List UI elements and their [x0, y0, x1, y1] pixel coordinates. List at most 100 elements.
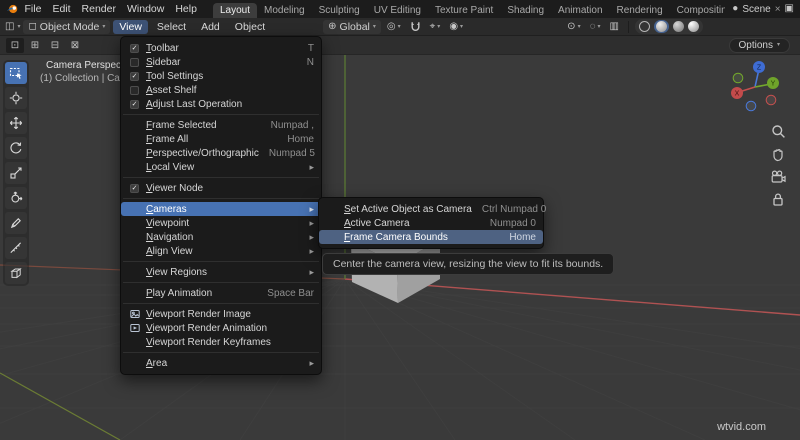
menu-help[interactable]: Help — [170, 2, 202, 16]
menu-item-toolbar[interactable]: ✓ Toolbar T — [121, 41, 321, 55]
select-mode-new-button[interactable]: ⊡ — [6, 37, 24, 53]
menu-item-play-animation[interactable]: Play Animation Space Bar — [121, 286, 321, 300]
menu-select[interactable]: Select — [151, 20, 192, 34]
menu-item-viewer-node[interactable]: ✓ Viewer Node — [121, 181, 321, 195]
menu-item-viewport-render-image[interactable]: Viewport Render Image — [121, 307, 321, 321]
menu-item-tool-settings[interactable]: ✓ Tool Settings — [121, 69, 321, 83]
chevron-down-icon: ▾ — [577, 23, 581, 30]
shading-material-button[interactable] — [673, 21, 684, 32]
menu-item-viewport-render-animation[interactable]: Viewport Render Animation — [121, 321, 321, 335]
tool-scale[interactable] — [5, 162, 27, 184]
submenu-arrow-icon: ▸ — [309, 266, 314, 277]
snap-toggle[interactable] — [407, 20, 424, 34]
blender-logo-icon[interactable] — [6, 2, 19, 16]
menu-item-label: Play Animation — [146, 287, 213, 299]
menu-object[interactable]: Object — [229, 20, 271, 34]
menu-view[interactable]: View — [113, 19, 148, 34]
menu-edit[interactable]: Edit — [47, 2, 75, 16]
navigation-gizmo[interactable]: Z Y X — [726, 58, 784, 119]
checkbox-checked-icon: ✓ — [130, 71, 139, 81]
tab-compositing[interactable]: Compositing — [670, 3, 726, 18]
shading-rendered-button[interactable] — [688, 21, 699, 32]
tool-move[interactable] — [5, 112, 27, 134]
solid-sphere-icon — [656, 21, 667, 32]
tab-uv-editing[interactable]: UV Editing — [367, 3, 428, 18]
view-layer-icon[interactable]: ▣ — [785, 4, 794, 14]
menu-item-frame-camera-bounds[interactable]: Frame Camera Bounds Home — [319, 230, 543, 244]
menu-separator — [123, 352, 319, 353]
menu-item-frame-all[interactable]: Frame All Home — [121, 132, 321, 146]
shading-solid-button[interactable] — [654, 20, 669, 33]
select-mode-intersect-button[interactable]: ⊠ — [66, 38, 84, 53]
show-gizmos-dropdown[interactable]: ⊙ ▾ — [564, 21, 583, 33]
tab-rendering[interactable]: Rendering — [610, 3, 670, 18]
select-mode-extend-button[interactable]: ⊞ — [26, 38, 44, 53]
tool-add-cube[interactable] — [5, 262, 27, 284]
scene-selector[interactable]: ● Scene × ▣ — [726, 4, 794, 15]
menu-file[interactable]: File — [20, 2, 47, 16]
menu-item-align-view[interactable]: Align View ▸ — [121, 244, 321, 258]
render-animation-icon — [129, 324, 140, 332]
menu-separator — [123, 198, 319, 199]
tool-cursor[interactable] — [5, 87, 27, 109]
zoom-icon[interactable] — [771, 124, 786, 139]
menu-item-frame-selected[interactable]: Frame Selected Numpad , — [121, 118, 321, 132]
tab-sculpting[interactable]: Sculpting — [312, 3, 367, 18]
lock-icon[interactable] — [771, 192, 785, 207]
menu-item-label: Local View — [146, 161, 195, 173]
menu-item-view-regions[interactable]: View Regions ▸ — [121, 265, 321, 279]
orientation-label: Global — [339, 20, 370, 33]
menu-item-label: Viewer Node — [146, 182, 204, 194]
menu-item-cameras[interactable]: Cameras ▸ — [121, 202, 321, 216]
tab-animation[interactable]: Animation — [551, 3, 609, 18]
menu-item-shortcut: Numpad , — [270, 119, 314, 131]
tool-rotate[interactable] — [5, 137, 27, 159]
tab-shading[interactable]: Shading — [500, 3, 551, 18]
chevron-down-icon: ▾ — [372, 23, 376, 30]
menu-item-adjust-last-operation[interactable]: ✓ Adjust Last Operation — [121, 97, 321, 111]
tool-annotate[interactable] — [5, 212, 27, 234]
menu-item-viewpoint[interactable]: Viewpoint ▸ — [121, 216, 321, 230]
menu-item-label: Area — [146, 357, 168, 369]
menu-window[interactable]: Window — [122, 2, 169, 16]
proportional-editing-dropdown[interactable]: ◉ ▾ — [446, 21, 466, 33]
checkbox-checked-icon: ✓ — [130, 43, 139, 53]
menu-item-sidebar[interactable]: Sidebar N — [121, 55, 321, 69]
tool-transform[interactable] — [5, 187, 27, 209]
scene-unlink-icon[interactable]: × — [775, 4, 781, 15]
snap-target-dropdown[interactable]: ⌖ ▾ — [427, 21, 444, 33]
pan-hand-icon[interactable] — [771, 147, 786, 162]
menu-item-viewport-render-keyframes[interactable]: Viewport Render Keyframes — [121, 335, 321, 349]
object-mode-icon: ◻ — [28, 20, 37, 32]
options-dropdown[interactable]: Options ▾ — [728, 37, 790, 53]
menu-separator — [123, 303, 319, 304]
menu-item-perspective-orthographic[interactable]: Perspective/Orthographic Numpad 5 — [121, 146, 321, 160]
menu-item-set-active-object-as-camera[interactable]: Set Active Object as Camera Ctrl Numpad … — [319, 202, 546, 216]
mode-selector[interactable]: ◻ Object Mode ▾ — [23, 19, 111, 34]
menu-item-asset-shelf[interactable]: Asset Shelf — [121, 83, 321, 97]
axis-y-near — [0, 372, 121, 440]
menu-add[interactable]: Add — [195, 20, 226, 34]
select-mode-subtract-button[interactable]: ⊟ — [46, 38, 64, 53]
pivot-point-dropdown[interactable]: ◎ ▾ — [384, 21, 404, 33]
tab-layout[interactable]: Layout — [212, 3, 257, 18]
menu-render[interactable]: Render — [77, 2, 121, 16]
tab-texture-paint[interactable]: Texture Paint — [428, 3, 500, 18]
svg-text:Z: Z — [757, 65, 762, 72]
toggle-xray-button[interactable]: ▥ — [607, 21, 622, 33]
shading-wireframe-button[interactable] — [639, 21, 650, 32]
transform-orientation-dropdown[interactable]: ⊕ Global ▾ — [323, 19, 381, 34]
show-overlays-dropdown[interactable]: ◌ ▾ — [587, 21, 604, 33]
menu-separator — [123, 114, 319, 115]
tab-modeling[interactable]: Modeling — [257, 3, 312, 18]
menu-item-navigation[interactable]: Navigation ▸ — [121, 230, 321, 244]
menu-item-area[interactable]: Area ▸ — [121, 356, 321, 370]
tool-select-box[interactable] — [5, 62, 27, 84]
tool-measure[interactable] — [5, 237, 27, 259]
workspace-tabs: Layout Modeling Sculpting UV Editing Tex… — [212, 0, 726, 18]
editor-type-icon[interactable]: ◫ — [5, 21, 14, 32]
menu-item-active-camera[interactable]: Active Camera Numpad 0 — [319, 216, 543, 230]
camera-view-icon[interactable] — [770, 170, 786, 184]
menu-item-local-view[interactable]: Local View ▸ — [121, 160, 321, 174]
submenu-arrow-icon: ▸ — [309, 161, 314, 172]
